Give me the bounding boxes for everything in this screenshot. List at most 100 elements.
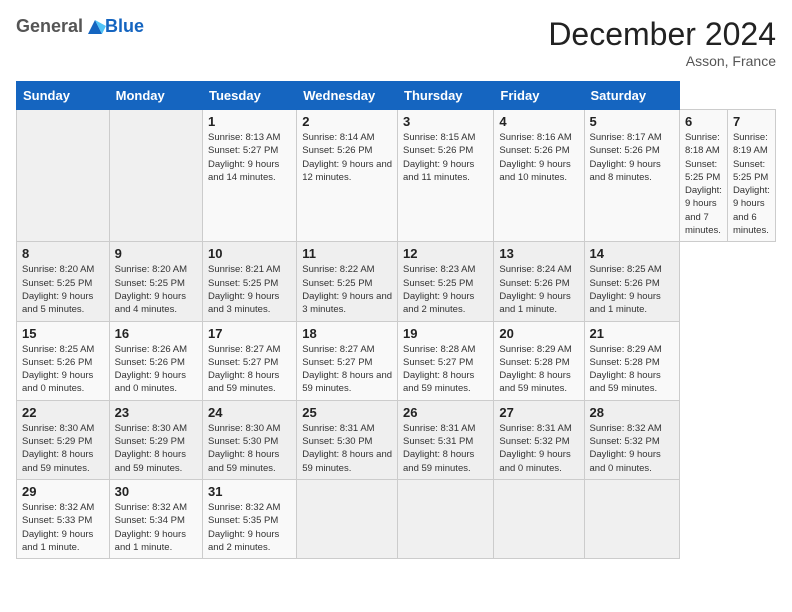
calendar-cell: 8 Sunrise: 8:20 AMSunset: 5:25 PMDaylight…	[17, 242, 110, 321]
day-number: 8	[22, 246, 104, 261]
day-number: 7	[733, 114, 770, 129]
cell-details: Sunrise: 8:31 AMSunset: 5:30 PMDaylight:…	[302, 422, 392, 475]
cell-details: Sunrise: 8:22 AMSunset: 5:25 PMDaylight:…	[302, 263, 392, 316]
calendar-cell: 25 Sunrise: 8:31 AMSunset: 5:30 PMDayligh…	[297, 400, 398, 479]
cell-details: Sunrise: 8:27 AMSunset: 5:27 PMDaylight:…	[302, 343, 392, 396]
day-number: 29	[22, 484, 104, 499]
week-row-3: 15Sunrise: 8:25 AMSunset: 5:26 PMDayligh…	[17, 321, 776, 400]
calendar-cell: 17Sunrise: 8:27 AMSunset: 5:27 PMDayligh…	[203, 321, 297, 400]
day-header-friday: Friday	[494, 82, 584, 110]
day-header-tuesday: Tuesday	[203, 82, 297, 110]
calendar-cell: 10 Sunrise: 8:21 AMSunset: 5:25 PMDayligh…	[203, 242, 297, 321]
calendar-cell: 11Sunrise: 8:22 AMSunset: 5:25 PMDayligh…	[297, 242, 398, 321]
week-row-4: 22 Sunrise: 8:30 AMSunset: 5:29 PMDayligh…	[17, 400, 776, 479]
cell-details: Sunrise: 8:29 AMSunset: 5:28 PMDaylight:…	[499, 343, 578, 396]
day-number: 21	[590, 326, 674, 341]
cell-details: Sunrise: 8:30 AMSunset: 5:30 PMDaylight:…	[208, 422, 291, 475]
calendar-cell: 29 Sunrise: 8:32 AMSunset: 5:33 PMDayligh…	[17, 479, 110, 558]
calendar-cell: 20 Sunrise: 8:29 AMSunset: 5:28 PMDayligh…	[494, 321, 584, 400]
calendar-cell: 13 Sunrise: 8:24 AMSunset: 5:26 PMDayligh…	[494, 242, 584, 321]
logo-icon	[84, 16, 106, 38]
logo-general: General	[16, 16, 83, 36]
cell-details: Sunrise: 8:17 AMSunset: 5:26 PMDaylight:…	[590, 131, 674, 184]
day-number: 26	[403, 405, 488, 420]
day-header-saturday: Saturday	[584, 82, 679, 110]
week-row-2: 8 Sunrise: 8:20 AMSunset: 5:25 PMDaylight…	[17, 242, 776, 321]
calendar-cell: 28 Sunrise: 8:32 AMSunset: 5:32 PMDayligh…	[584, 400, 679, 479]
calendar-cell: 31 Sunrise: 8:32 AMSunset: 5:35 PMDayligh…	[203, 479, 297, 558]
cell-details: Sunrise: 8:14 AMSunset: 5:26 PMDaylight:…	[302, 131, 392, 184]
days-header-row: SundayMondayTuesdayWednesdayThursdayFrid…	[17, 82, 776, 110]
day-number: 22	[22, 405, 104, 420]
calendar-cell: 6Sunrise: 8:18 AMSunset: 5:25 PMDaylight…	[679, 110, 727, 242]
cell-details: Sunrise: 8:13 AMSunset: 5:27 PMDaylight:…	[208, 131, 291, 184]
day-number: 25	[302, 405, 392, 420]
day-number: 31	[208, 484, 291, 499]
cell-details: Sunrise: 8:31 AMSunset: 5:31 PMDaylight:…	[403, 422, 488, 475]
calendar-cell	[398, 479, 494, 558]
calendar-cell: 18 Sunrise: 8:27 AMSunset: 5:27 PMDayligh…	[297, 321, 398, 400]
cell-details: Sunrise: 8:25 AMSunset: 5:26 PMDaylight:…	[22, 343, 104, 396]
day-number: 28	[590, 405, 674, 420]
calendar-cell: 24 Sunrise: 8:30 AMSunset: 5:30 PMDayligh…	[203, 400, 297, 479]
page-header: General Blue December 2024 Asson, France	[16, 16, 776, 69]
day-number: 9	[115, 246, 197, 261]
cell-details: Sunrise: 8:27 AMSunset: 5:27 PMDaylight:…	[208, 343, 291, 396]
cell-details: Sunrise: 8:18 AMSunset: 5:25 PMDaylight:…	[685, 131, 722, 237]
day-header-wednesday: Wednesday	[297, 82, 398, 110]
calendar-cell: 2 Sunrise: 8:14 AMSunset: 5:26 PMDaylight…	[297, 110, 398, 242]
calendar-cell: 15Sunrise: 8:25 AMSunset: 5:26 PMDayligh…	[17, 321, 110, 400]
cell-details: Sunrise: 8:16 AMSunset: 5:26 PMDaylight:…	[499, 131, 578, 184]
day-number: 20	[499, 326, 578, 341]
cell-details: Sunrise: 8:24 AMSunset: 5:26 PMDaylight:…	[499, 263, 578, 316]
day-number: 10	[208, 246, 291, 261]
calendar-cell: 7 Sunrise: 8:19 AMSunset: 5:25 PMDaylight…	[727, 110, 775, 242]
day-number: 27	[499, 405, 578, 420]
day-number: 23	[115, 405, 197, 420]
calendar-cell: 12 Sunrise: 8:23 AMSunset: 5:25 PMDayligh…	[398, 242, 494, 321]
day-number: 30	[115, 484, 197, 499]
cell-details: Sunrise: 8:32 AMSunset: 5:32 PMDaylight:…	[590, 422, 674, 475]
day-number: 4	[499, 114, 578, 129]
cell-details: Sunrise: 8:30 AMSunset: 5:29 PMDaylight:…	[115, 422, 197, 475]
cell-details: Sunrise: 8:20 AMSunset: 5:25 PMDaylight:…	[115, 263, 197, 316]
cell-details: Sunrise: 8:28 AMSunset: 5:27 PMDaylight:…	[403, 343, 488, 396]
day-number: 5	[590, 114, 674, 129]
calendar-cell	[584, 479, 679, 558]
cell-details: Sunrise: 8:32 AMSunset: 5:34 PMDaylight:…	[115, 501, 197, 554]
cell-details: Sunrise: 8:26 AMSunset: 5:26 PMDaylight:…	[115, 343, 197, 396]
calendar-cell: 19 Sunrise: 8:28 AMSunset: 5:27 PMDayligh…	[398, 321, 494, 400]
calendar-cell: 5 Sunrise: 8:17 AMSunset: 5:26 PMDaylight…	[584, 110, 679, 242]
calendar-table: SundayMondayTuesdayWednesdayThursdayFrid…	[16, 81, 776, 559]
cell-details: Sunrise: 8:19 AMSunset: 5:25 PMDaylight:…	[733, 131, 770, 237]
cell-details: Sunrise: 8:15 AMSunset: 5:26 PMDaylight:…	[403, 131, 488, 184]
calendar-cell: 21Sunrise: 8:29 AMSunset: 5:28 PMDayligh…	[584, 321, 679, 400]
calendar-cell: 22 Sunrise: 8:30 AMSunset: 5:29 PMDayligh…	[17, 400, 110, 479]
cell-details: Sunrise: 8:21 AMSunset: 5:25 PMDaylight:…	[208, 263, 291, 316]
cell-details: Sunrise: 8:20 AMSunset: 5:25 PMDaylight:…	[22, 263, 104, 316]
cell-details: Sunrise: 8:23 AMSunset: 5:25 PMDaylight:…	[403, 263, 488, 316]
day-number: 16	[115, 326, 197, 341]
cell-details: Sunrise: 8:30 AMSunset: 5:29 PMDaylight:…	[22, 422, 104, 475]
day-number: 12	[403, 246, 488, 261]
calendar-cell: 3Sunrise: 8:15 AMSunset: 5:26 PMDaylight…	[398, 110, 494, 242]
cell-details: Sunrise: 8:32 AMSunset: 5:33 PMDaylight:…	[22, 501, 104, 554]
week-row-5: 29 Sunrise: 8:32 AMSunset: 5:33 PMDayligh…	[17, 479, 776, 558]
day-number: 24	[208, 405, 291, 420]
cell-details: Sunrise: 8:32 AMSunset: 5:35 PMDaylight:…	[208, 501, 291, 554]
day-number: 1	[208, 114, 291, 129]
logo-blue: Blue	[105, 17, 144, 37]
month-year-title: December 2024	[548, 16, 776, 53]
cell-details: Sunrise: 8:25 AMSunset: 5:26 PMDaylight:…	[590, 263, 674, 316]
calendar-cell	[17, 110, 110, 242]
calendar-cell	[109, 110, 202, 242]
day-number: 18	[302, 326, 392, 341]
calendar-cell: 16 Sunrise: 8:26 AMSunset: 5:26 PMDayligh…	[109, 321, 202, 400]
calendar-cell: 14Sunrise: 8:25 AMSunset: 5:26 PMDayligh…	[584, 242, 679, 321]
day-number: 19	[403, 326, 488, 341]
day-number: 13	[499, 246, 578, 261]
calendar-cell: 30 Sunrise: 8:32 AMSunset: 5:34 PMDayligh…	[109, 479, 202, 558]
day-number: 2	[302, 114, 392, 129]
calendar-cell: 26 Sunrise: 8:31 AMSunset: 5:31 PMDayligh…	[398, 400, 494, 479]
calendar-cell: 23 Sunrise: 8:30 AMSunset: 5:29 PMDayligh…	[109, 400, 202, 479]
